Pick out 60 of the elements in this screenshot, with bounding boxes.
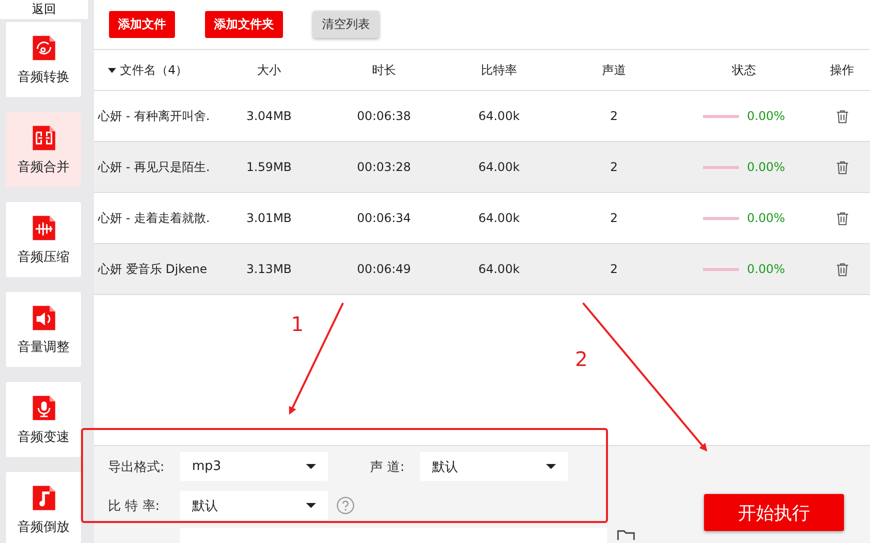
file-name: 心妍 - 有种离开叫舍. bbox=[97, 108, 210, 124]
sidebar-item[interactable]: 音频合并 bbox=[6, 112, 81, 187]
progress-percent: 0.00% bbox=[746, 160, 786, 174]
progress-percent: 0.00% bbox=[746, 262, 786, 276]
table-cell: 64.00k bbox=[478, 160, 520, 174]
sort-caret-icon[interactable] bbox=[108, 68, 116, 72]
bitrate-label: 比 特 率: bbox=[108, 498, 161, 514]
column-header: 声道 bbox=[602, 62, 626, 78]
column-header: 操作 bbox=[830, 62, 854, 78]
start-button[interactable]: 开始执行 bbox=[704, 494, 844, 531]
sidebar-item[interactable]: 音频倒放 bbox=[6, 472, 81, 543]
table-cell: 64.00k bbox=[478, 109, 520, 123]
table-cell: 2 bbox=[610, 160, 618, 174]
add-button[interactable]: 添加文件夹 bbox=[205, 11, 283, 38]
table-cell: 2 bbox=[610, 262, 618, 276]
caret-icon bbox=[306, 503, 316, 508]
column-header: 比特率 bbox=[481, 62, 517, 78]
file-name: 心妍 - 再见只是陌生. bbox=[97, 158, 210, 176]
progress-percent: 0.00% bbox=[746, 109, 786, 123]
trash-icon[interactable] bbox=[834, 210, 850, 226]
table-cell: 2 bbox=[610, 109, 618, 123]
column-header: 大小 bbox=[257, 62, 281, 78]
sidebar-item[interactable]: 音频转换 bbox=[6, 22, 81, 97]
trash-icon[interactable] bbox=[834, 108, 850, 124]
folder-icon[interactable] bbox=[617, 530, 635, 540]
channel-select[interactable]: 默认 bbox=[420, 452, 568, 481]
progress-percent: 0.00% bbox=[746, 211, 786, 225]
table-cell: 1.59MB bbox=[246, 160, 292, 174]
back-button[interactable]: 返回 bbox=[0, 0, 88, 19]
file-name: 心妍 爱音乐 Djkene bbox=[97, 260, 208, 278]
caret-icon bbox=[546, 464, 556, 469]
trash-icon[interactable] bbox=[834, 262, 850, 276]
table-cell: 00:03:28 bbox=[357, 160, 411, 174]
column-header: 状态 bbox=[732, 62, 756, 78]
channel-label: 声 道: bbox=[370, 458, 406, 476]
table-cell: 00:06:34 bbox=[357, 211, 411, 225]
file-name: 心妍 - 走着走着就散. bbox=[97, 210, 210, 226]
trash-icon[interactable] bbox=[834, 160, 850, 174]
sidebar-item[interactable]: 音量调整 bbox=[6, 292, 81, 367]
annotation-number: 1 bbox=[291, 314, 304, 334]
table-cell: 3.01MB bbox=[246, 211, 292, 225]
bitrate-select[interactable]: 默认 bbox=[180, 491, 328, 520]
table-cell: 3.04MB bbox=[246, 109, 292, 123]
column-header: 时长 bbox=[372, 62, 396, 78]
table-cell: 3.13MB bbox=[246, 262, 292, 276]
add-button[interactable]: 添加文件 bbox=[109, 11, 175, 38]
table-cell: 2 bbox=[610, 211, 618, 225]
caret-icon bbox=[306, 464, 316, 469]
table-cell: 64.00k bbox=[478, 211, 520, 225]
annotation-number: 2 bbox=[575, 349, 588, 369]
help-icon[interactable] bbox=[336, 496, 355, 515]
sidebar-item[interactable]: 音频压缩 bbox=[6, 202, 81, 277]
column-header[interactable]: 文件名（4） bbox=[120, 62, 188, 78]
table-cell: 00:06:38 bbox=[357, 109, 411, 123]
clear-list-button[interactable]: 清空列表 bbox=[313, 11, 379, 38]
table-cell: 00:06:49 bbox=[357, 262, 411, 276]
format-select[interactable]: mp3 bbox=[180, 452, 328, 481]
format-label: 导出格式: bbox=[108, 458, 166, 476]
table-cell: 64.00k bbox=[478, 262, 520, 276]
sidebar-item[interactable]: 音频变速 bbox=[6, 382, 81, 457]
